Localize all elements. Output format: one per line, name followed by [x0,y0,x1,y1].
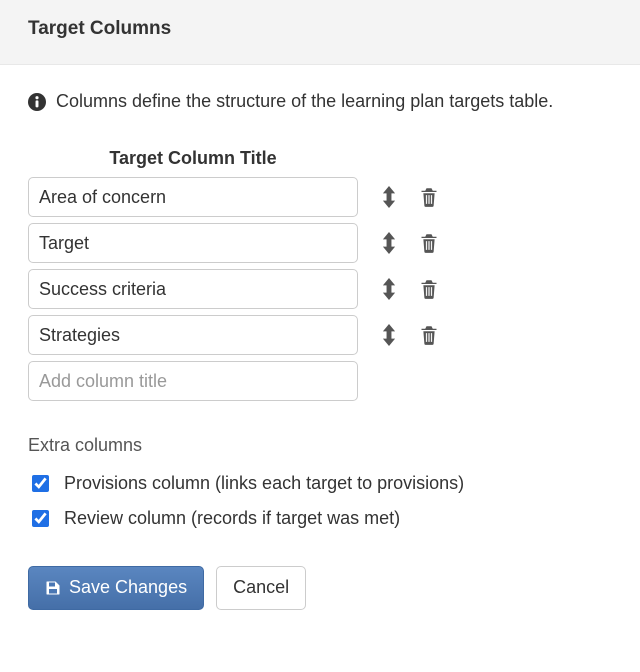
cancel-button[interactable]: Cancel [216,566,306,610]
column-title-input[interactable] [28,269,358,309]
column-row [28,177,612,217]
button-row: Save Changes Cancel [28,566,612,610]
reorder-handle[interactable] [380,232,398,254]
reorder-handle[interactable] [380,186,398,208]
column-title-input[interactable] [28,223,358,263]
save-button[interactable]: Save Changes [28,566,204,610]
reorder-handle[interactable] [380,278,398,300]
delete-column-button[interactable] [420,325,438,345]
sort-icon [380,324,398,346]
sort-icon [380,278,398,300]
review-label[interactable]: Review column (records if target was met… [64,508,400,529]
panel-body: Columns define the structure of the lear… [0,65,640,638]
trash-icon [420,325,438,345]
save-button-label: Save Changes [69,577,187,599]
column-row [28,223,612,263]
provisions-checkbox-row: Provisions column (links each target to … [28,472,612,495]
sort-icon [380,186,398,208]
add-column-row [28,361,612,401]
trash-icon [420,279,438,299]
save-icon [45,580,61,596]
extra-columns-heading: Extra columns [28,435,612,456]
delete-column-button[interactable] [420,233,438,253]
info-row: Columns define the structure of the lear… [28,91,612,112]
provisions-label[interactable]: Provisions column (links each target to … [64,473,464,494]
add-column-input[interactable] [28,361,358,401]
column-title-header: Target Column Title [28,148,358,169]
panel-title: Target Columns [28,18,612,40]
column-row [28,269,612,309]
column-row [28,315,612,355]
review-checkbox[interactable] [32,510,49,527]
panel-header: Target Columns [0,0,640,65]
cancel-button-label: Cancel [233,577,289,599]
review-checkbox-row: Review column (records if target was met… [28,507,612,530]
delete-column-button[interactable] [420,279,438,299]
provisions-checkbox[interactable] [32,475,49,492]
sort-icon [380,232,398,254]
delete-column-button[interactable] [420,187,438,207]
trash-icon [420,233,438,253]
info-icon [28,93,46,111]
column-title-input[interactable] [28,177,358,217]
column-title-input[interactable] [28,315,358,355]
info-text: Columns define the structure of the lear… [56,91,553,112]
reorder-handle[interactable] [380,324,398,346]
columns-block: Target Column Title [28,148,612,401]
trash-icon [420,187,438,207]
